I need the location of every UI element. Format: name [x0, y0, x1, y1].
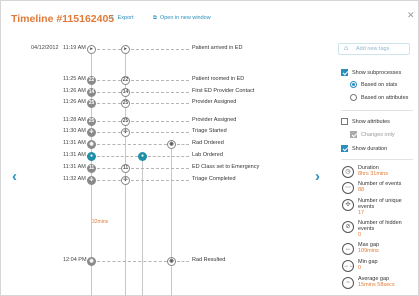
timeline-dialog: Timeline #115162405 ⇩ Export ⧉ Open in new…	[0, 0, 419, 296]
timeline-event-row[interactable]: 11:31 AM ● ● Lab Ordered	[1, 152, 341, 162]
lab-icon: ●	[87, 152, 96, 161]
open-new-window-button[interactable]: ⧉ Open in new window	[153, 15, 211, 22]
add-tags-input[interactable]: ⌂ Add new tags	[338, 43, 410, 55]
clock-icon: ◷	[342, 166, 354, 178]
page-title: Timeline #115162405	[11, 13, 115, 25]
event-badge: 11	[87, 164, 96, 173]
unique-events-icon: ✣	[342, 199, 354, 211]
based-on-stats-radio[interactable]: Based on stats	[350, 81, 397, 90]
triage-icon: ✣	[87, 176, 96, 185]
event-badge: 25	[121, 117, 130, 126]
export-icon: ⇩	[110, 15, 115, 21]
timeline-event-row[interactable]: 11:26 AM 25 25 Provider Assigned	[1, 99, 341, 109]
rad-icon: ◉	[87, 257, 96, 266]
triage-icon: ✣	[121, 176, 130, 185]
start-icon: ▸	[121, 45, 130, 54]
close-icon[interactable]: ✕	[407, 10, 415, 21]
timeline-event-row[interactable]: 11:25 AM 22 22 Patient roomed in ED	[1, 76, 341, 86]
stat-max-gap: ↔ Max gap 109mins	[341, 242, 416, 260]
show-attributes-checkbox[interactable]: Show attributes	[341, 118, 390, 127]
tag-icon: ⌂	[344, 45, 349, 52]
rad-icon: ◉	[87, 140, 96, 149]
dialog-header: Timeline #115162405 ⇩ Export ⧉ Open in new…	[1, 1, 419, 35]
timeline-event-row[interactable]: 11:26 AM 14 14 First ED Provider Contact	[1, 88, 341, 98]
export-button[interactable]: ⇩ Export	[110, 15, 134, 21]
timeline-event-row[interactable]: 11:30 AM ✣ ✣ Triage Started	[1, 128, 341, 138]
open-window-icon: ⧉	[153, 15, 157, 21]
event-badge: 14	[121, 88, 130, 97]
event-badge: 25	[87, 99, 96, 108]
timeline-event-row[interactable]: 12:04 PM ◉ ◉ Rad Resulted	[1, 257, 341, 267]
timeline-event-row[interactable]: 11:31 AM 11 11 ED Class set to Emergency	[1, 164, 341, 174]
event-badge: 22	[87, 76, 96, 85]
event-badge: 25	[121, 99, 130, 108]
gap-label: 32mins	[92, 219, 109, 225]
lab-icon: ●	[138, 152, 147, 161]
start-icon: ▸	[87, 45, 96, 54]
event-badge: 25	[87, 117, 96, 126]
triage-icon: ✣	[121, 128, 130, 137]
stat-unique-events: ✣ Number of unique events 17	[341, 198, 416, 216]
min-gap-icon: →←	[342, 260, 355, 272]
hidden-events-icon: ⊘	[342, 221, 354, 233]
event-badge: 11	[121, 164, 130, 173]
stat-hidden-events: ⊘ Number of hidden events 0	[341, 220, 416, 238]
timeline-event-row[interactable]: 04/12/2012 11:19 AM ▸ ▸ Patient arrived …	[1, 45, 341, 55]
stat-min-gap: →← Min gap 0	[342, 259, 378, 272]
events-icon: ⋯	[342, 182, 354, 194]
timeline-event-row[interactable]: 11:28 AM 25 25 Provider Assigned	[1, 117, 341, 127]
rad-icon: ◉	[167, 140, 176, 149]
stat-number-of-events: ⋯ Number of events 88	[341, 181, 416, 199]
timeline-event-row[interactable]: 11:31 AM ◉ ◉ Rad Ordered	[1, 140, 341, 150]
triage-icon: ✣	[87, 128, 96, 137]
event-badge: 22	[121, 76, 130, 85]
show-duration-checkbox[interactable]: Show duration	[341, 145, 387, 154]
timeline-event-row[interactable]: 11:32 AM ✣ ✣ Triage Completed	[1, 176, 341, 186]
event-badge: 14	[87, 88, 96, 97]
changes-only-checkbox[interactable]: Changes only	[350, 131, 395, 140]
average-gap-icon: ~	[342, 277, 354, 289]
show-subprocesses-checkbox[interactable]: Show subprocesses	[341, 69, 401, 78]
stat-average-gap: ~ Average gap 15mins 58secs	[341, 276, 416, 294]
rad-icon: ◉	[167, 257, 176, 266]
based-on-attributes-radio[interactable]: Based on attributes	[350, 94, 408, 103]
max-gap-icon: ↔	[342, 243, 354, 255]
